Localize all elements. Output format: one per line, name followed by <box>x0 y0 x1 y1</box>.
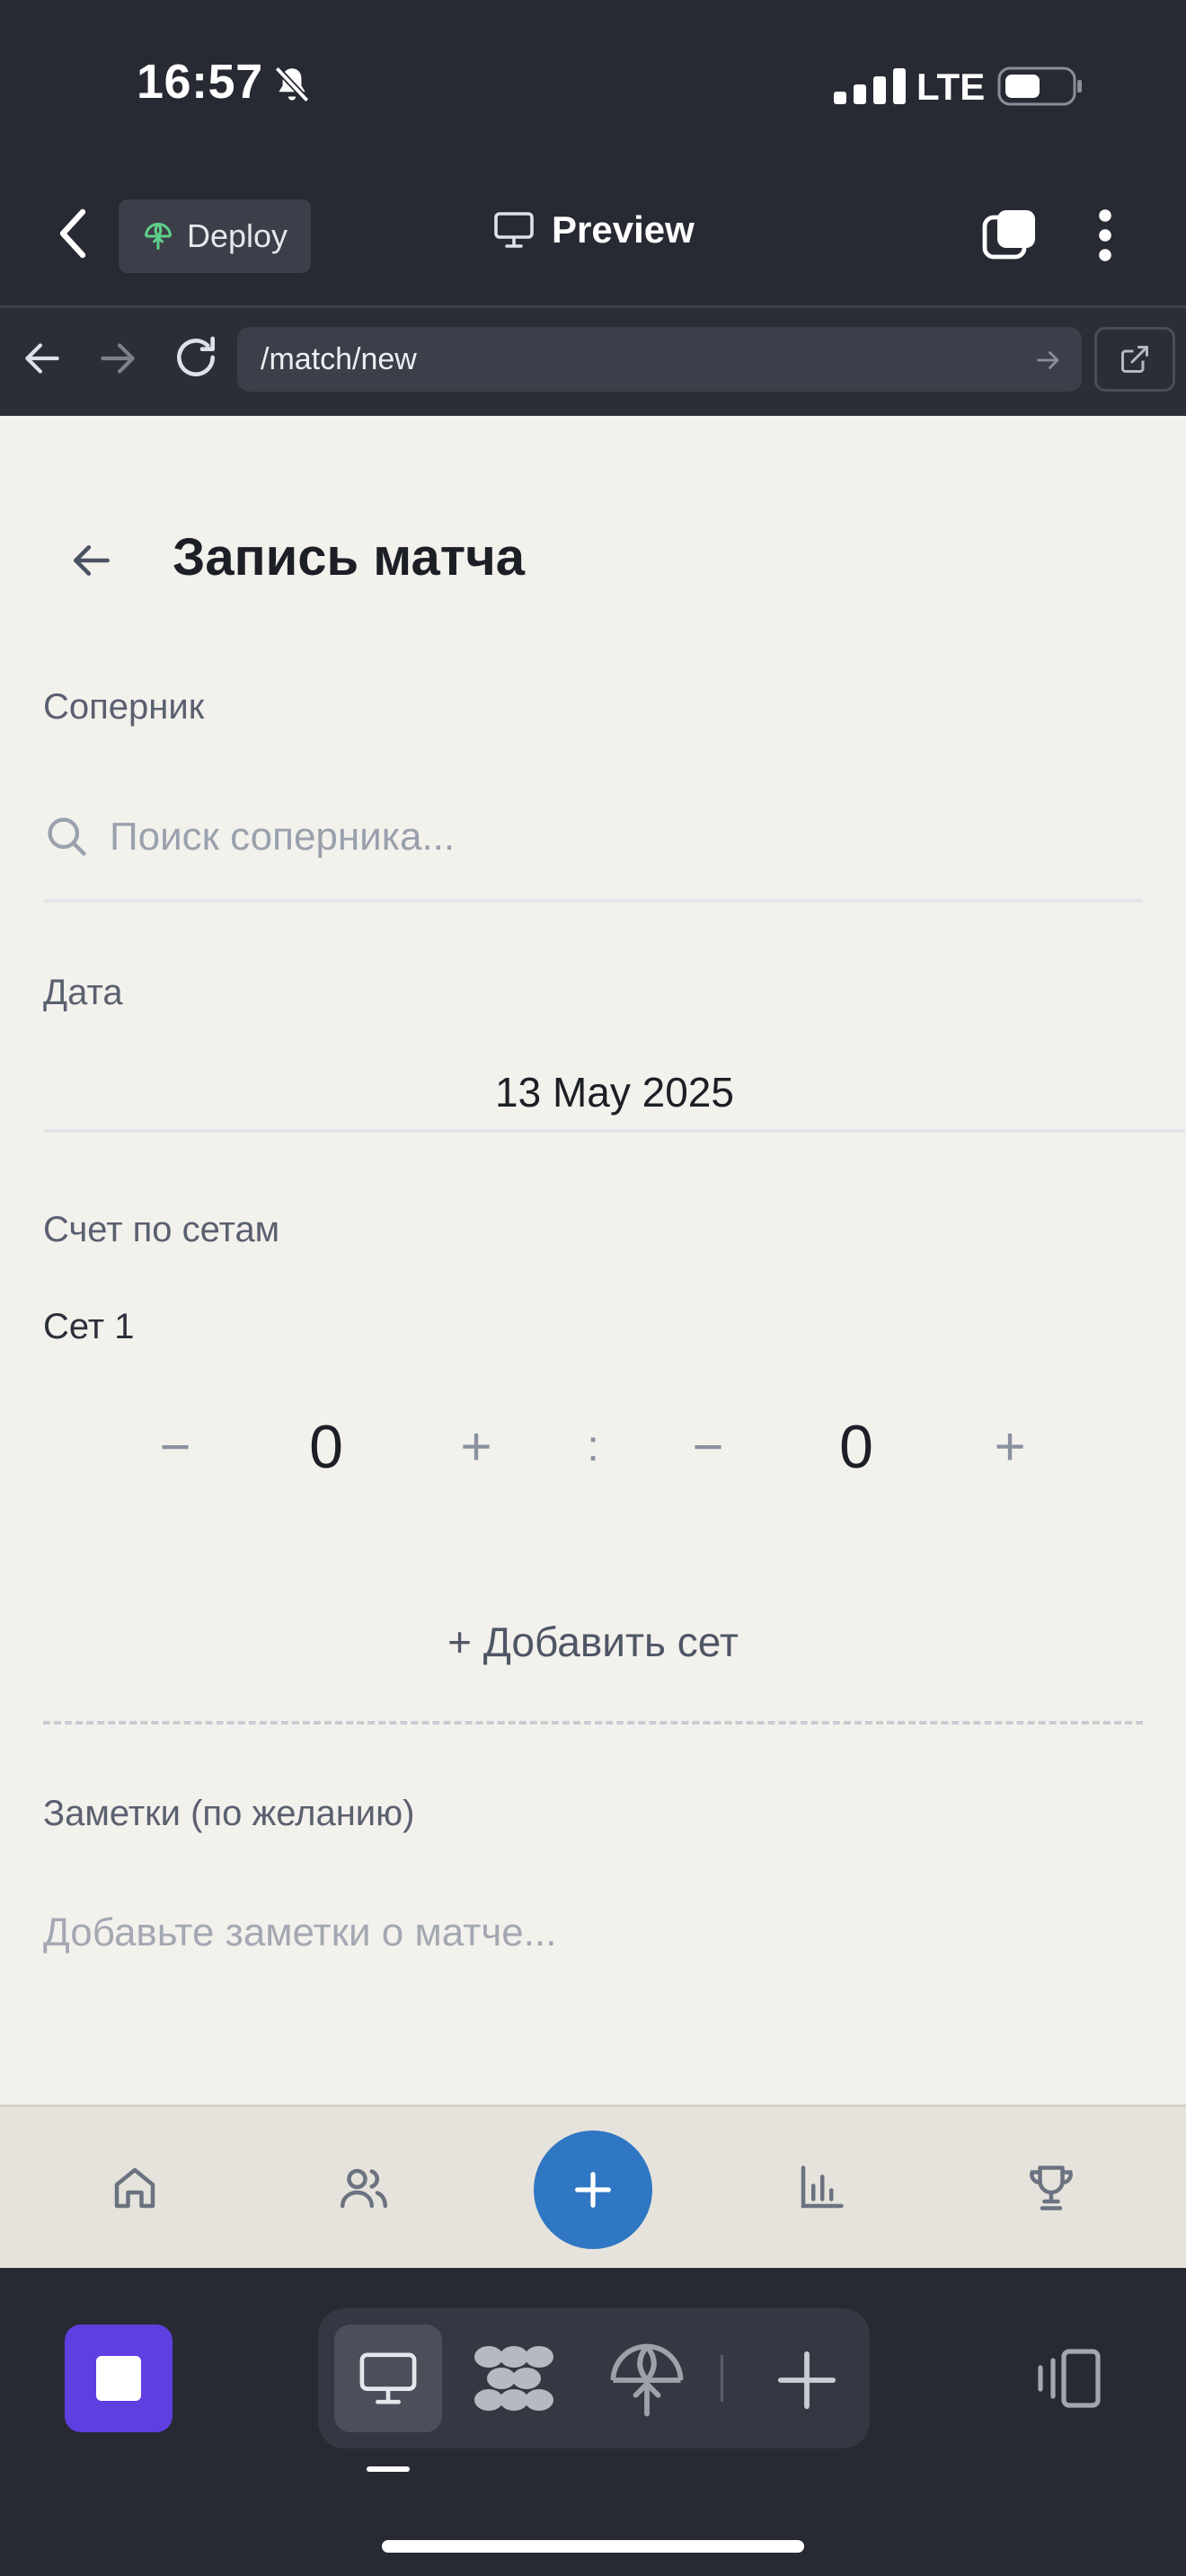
arrow-left-icon[interactable] <box>20 336 65 381</box>
set-score-label: Счет по сетам <box>43 1210 280 1249</box>
status-time: 16:57 <box>137 55 263 109</box>
player-score-increment-button[interactable]: + <box>440 1411 512 1483</box>
preview-tab[interactable]: Preview <box>492 208 695 251</box>
score-separator: : <box>587 1423 599 1470</box>
plus-icon <box>575 2172 611 2208</box>
set-label: Сет 1 <box>43 1307 135 1346</box>
open-external-button[interactable] <box>1094 327 1175 392</box>
add-match-button[interactable] <box>534 2130 652 2249</box>
layout-toggle-icon[interactable] <box>1033 2346 1102 2411</box>
deploy-icon <box>145 223 172 250</box>
network-type: LTE <box>916 66 986 108</box>
date-field[interactable]: 13 May 2025 <box>43 1068 1186 1116</box>
people-icon[interactable] <box>337 2161 391 2215</box>
opponent-score-value: 0 <box>839 1413 873 1481</box>
agent-icon[interactable] <box>469 2333 559 2423</box>
opponent-score-decrement-button[interactable]: − <box>672 1411 744 1483</box>
deploy-icon[interactable] <box>602 2335 692 2425</box>
reload-icon[interactable] <box>171 332 221 383</box>
player-score-decrement-button[interactable]: − <box>139 1411 211 1483</box>
home-indicator <box>382 2540 804 2553</box>
page-title: Запись матча <box>173 528 526 587</box>
dashed-divider <box>43 1721 1143 1725</box>
add-tool-icon[interactable] <box>762 2335 852 2425</box>
toolbar-divider <box>721 2355 723 2402</box>
stop-icon <box>96 2356 141 2401</box>
tabs-icon[interactable] <box>981 207 1039 264</box>
external-link-icon <box>1121 346 1148 373</box>
url-text: /match/new <box>261 341 417 376</box>
deploy-label: Deploy <box>187 217 288 254</box>
notes-label: Заметки (по желанию) <box>43 1794 415 1833</box>
opponent-label: Соперник <box>43 687 205 727</box>
date-underline <box>43 1129 1186 1133</box>
date-label: Дата <box>43 973 123 1012</box>
preview-label: Preview <box>552 208 695 251</box>
bar-chart-icon[interactable] <box>794 2161 848 2215</box>
deploy-button[interactable]: Deploy <box>119 199 311 273</box>
battery-icon <box>997 66 1082 106</box>
more-options-icon[interactable] <box>1087 207 1123 264</box>
add-set-button[interactable]: + Добавить сет <box>0 1618 1186 1666</box>
arrow-right-icon[interactable] <box>95 336 140 381</box>
signal-icon <box>834 68 906 104</box>
go-arrow-icon[interactable] <box>1033 345 1064 375</box>
back-arrow-icon[interactable] <box>68 538 117 583</box>
stop-button[interactable] <box>65 2325 173 2432</box>
preview-tool-button[interactable] <box>334 2325 442 2432</box>
chevron-left-icon[interactable] <box>54 207 93 260</box>
bell-muted-icon <box>274 66 310 103</box>
home-icon[interactable] <box>108 2161 162 2215</box>
active-tool-indicator <box>367 2466 410 2472</box>
app-bottom-nav <box>0 2104 1186 2268</box>
monitor-icon <box>359 2352 417 2404</box>
opponent-score-increment-button[interactable]: + <box>974 1411 1046 1483</box>
search-icon <box>48 817 86 856</box>
notes-textarea[interactable] <box>43 1910 1143 1991</box>
opponent-search-input[interactable] <box>108 804 1145 870</box>
url-bar[interactable]: /match/new <box>237 327 1082 392</box>
player-score-value: 0 <box>309 1413 343 1481</box>
monitor-icon <box>494 212 534 248</box>
search-underline <box>43 899 1143 903</box>
trophy-icon[interactable] <box>1024 2161 1078 2215</box>
match-form-page: Запись матча Соперник Дата 13 May 2025 С… <box>0 416 1186 2104</box>
